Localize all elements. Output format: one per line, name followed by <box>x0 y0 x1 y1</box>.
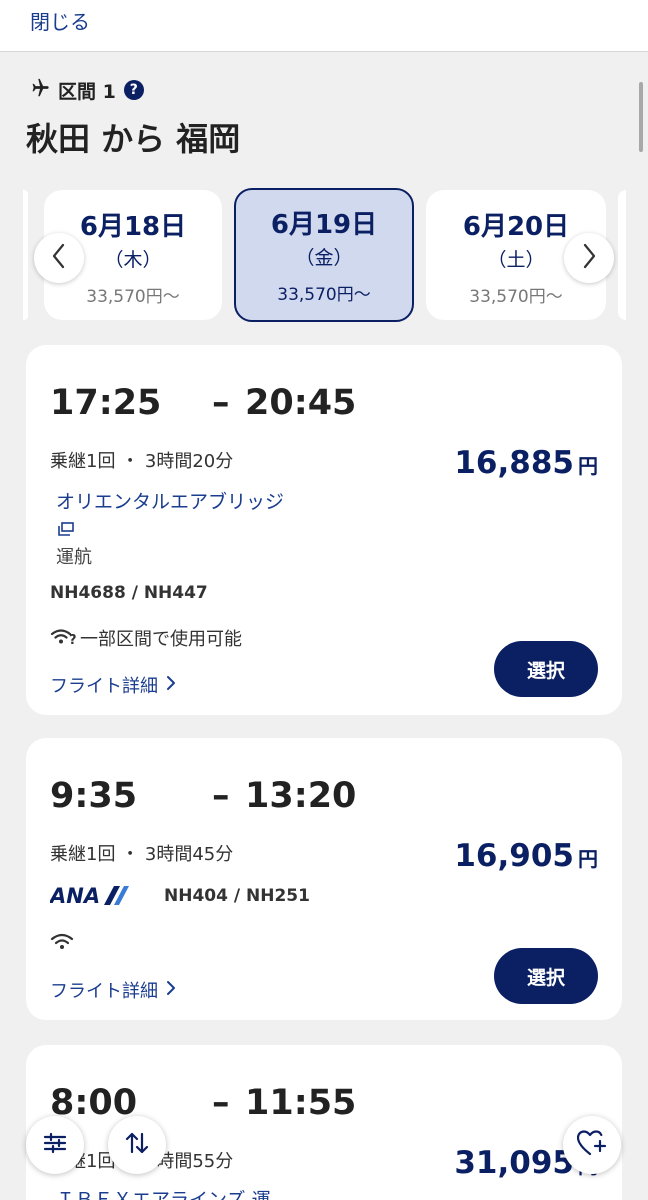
scrollbar-thumb[interactable] <box>639 82 643 152</box>
sort-button[interactable] <box>108 1116 166 1174</box>
currency-label: 円 <box>578 847 598 871</box>
flight-times: 9:35 – 13:20 <box>50 776 356 816</box>
top-bar: 閉じる <box>0 0 648 52</box>
flight-numbers: NH4688 / NH447 <box>50 583 208 603</box>
operated-label: 運航 <box>56 547 92 568</box>
select-button[interactable]: 選択 <box>494 641 598 697</box>
flight-card[interactable]: 17:25 – 20:45 乗継1回 ・ 3時間20分 16,885 円 オリエン… <box>26 345 622 715</box>
prev-date-button[interactable] <box>34 233 84 283</box>
time-dash: – <box>212 776 230 816</box>
flight-times: 17:25 – 20:45 <box>50 383 356 423</box>
filter-sliders-icon <box>42 1132 68 1158</box>
details-label: フライト詳細 <box>50 981 158 1002</box>
wifi-info <box>50 932 74 955</box>
date-label: 6月19日 <box>270 210 378 240</box>
date-card-selected[interactable]: 6月19日 （金） 33,570円〜 <box>234 188 414 322</box>
operator-link[interactable]: ＩＢＥＸエアラインズ 運 <box>56 1185 271 1200</box>
wifi-text: 一部区間で使用可能 <box>80 629 242 650</box>
favorite-button[interactable] <box>563 1116 621 1174</box>
wifi-info: ? 一部区間で使用可能 <box>50 625 242 651</box>
select-button[interactable]: 選択 <box>494 948 598 1004</box>
arrival-time: 20:45 <box>245 383 357 423</box>
departure-time: 17:25 <box>50 383 162 423</box>
arrival-time: 11:55 <box>245 1083 357 1123</box>
currency-label: 円 <box>578 454 598 478</box>
flight-card[interactable]: 8:00 – 11:55 乗継1回 ・ 3時間55分 31,095円 ＩＢＥＸエ… <box>26 1045 622 1200</box>
flight-numbers: NH404 / NH251 <box>164 886 310 906</box>
price-value: 16,905 <box>454 838 574 874</box>
price-value: 16,885 <box>454 445 574 481</box>
date-card-edge-right <box>618 190 626 320</box>
next-date-button[interactable] <box>564 233 614 283</box>
ana-logo-text: ANA <box>50 884 100 906</box>
flight-details-link[interactable]: フライト詳細 <box>50 977 176 1003</box>
sort-arrows-icon <box>124 1130 150 1160</box>
flight-card[interactable]: 9:35 – 13:20 乗継1回 ・ 3時間45分 16,905 円 ANA N… <box>26 738 622 1020</box>
svg-text:?: ? <box>69 633 77 645</box>
wifi-partial-icon: ? <box>50 627 78 650</box>
external-window-icon[interactable] <box>58 521 74 540</box>
operator-link[interactable]: オリエンタルエアブリッジ <box>56 487 284 514</box>
heart-plus-icon <box>576 1129 607 1161</box>
filter-button[interactable] <box>26 1116 84 1174</box>
chevron-right-icon <box>166 980 176 1001</box>
time-dash: – <box>212 1083 230 1123</box>
stops-duration: 乗継1回 ・ 3時間45分 <box>50 844 234 865</box>
arrival-time: 13:20 <box>245 776 357 816</box>
wifi-icon <box>50 932 74 955</box>
close-link[interactable]: 閉じる <box>30 6 90 35</box>
day-label: （金） <box>295 247 353 269</box>
details-label: フライト詳細 <box>50 676 158 697</box>
ana-logo: ANA <box>48 884 130 910</box>
segment-header: 区間 1 ? <box>28 76 144 104</box>
chevron-right-icon <box>166 675 176 696</box>
fare-price: 16,905 円 <box>454 838 598 874</box>
date-card-edge-left <box>0 190 28 320</box>
date-price: 33,570円〜 <box>277 285 371 305</box>
chevron-right-icon <box>580 242 598 274</box>
date-price: 33,570円〜 <box>86 287 180 307</box>
route-title: 秋田 から 福岡 <box>26 120 241 158</box>
stops-duration: 乗継1回 ・ 3時間20分 <box>50 451 234 472</box>
date-selector: 6月18日 （木） 33,570円〜 6月19日 （金） 33,570円〜 6月… <box>0 188 648 322</box>
flight-details-link[interactable]: フライト詳細 <box>50 672 176 698</box>
departure-time: 9:35 <box>50 776 138 816</box>
fare-price: 16,885 円 <box>454 445 598 481</box>
chevron-left-icon <box>50 242 68 274</box>
price-value: 31,095 <box>454 1145 574 1181</box>
airplane-icon <box>28 77 50 104</box>
date-price: 33,570円〜 <box>469 287 563 307</box>
segment-label: 区間 1 <box>58 80 116 103</box>
help-circle-icon[interactable]: ? <box>123 80 144 100</box>
time-dash: – <box>212 383 230 423</box>
